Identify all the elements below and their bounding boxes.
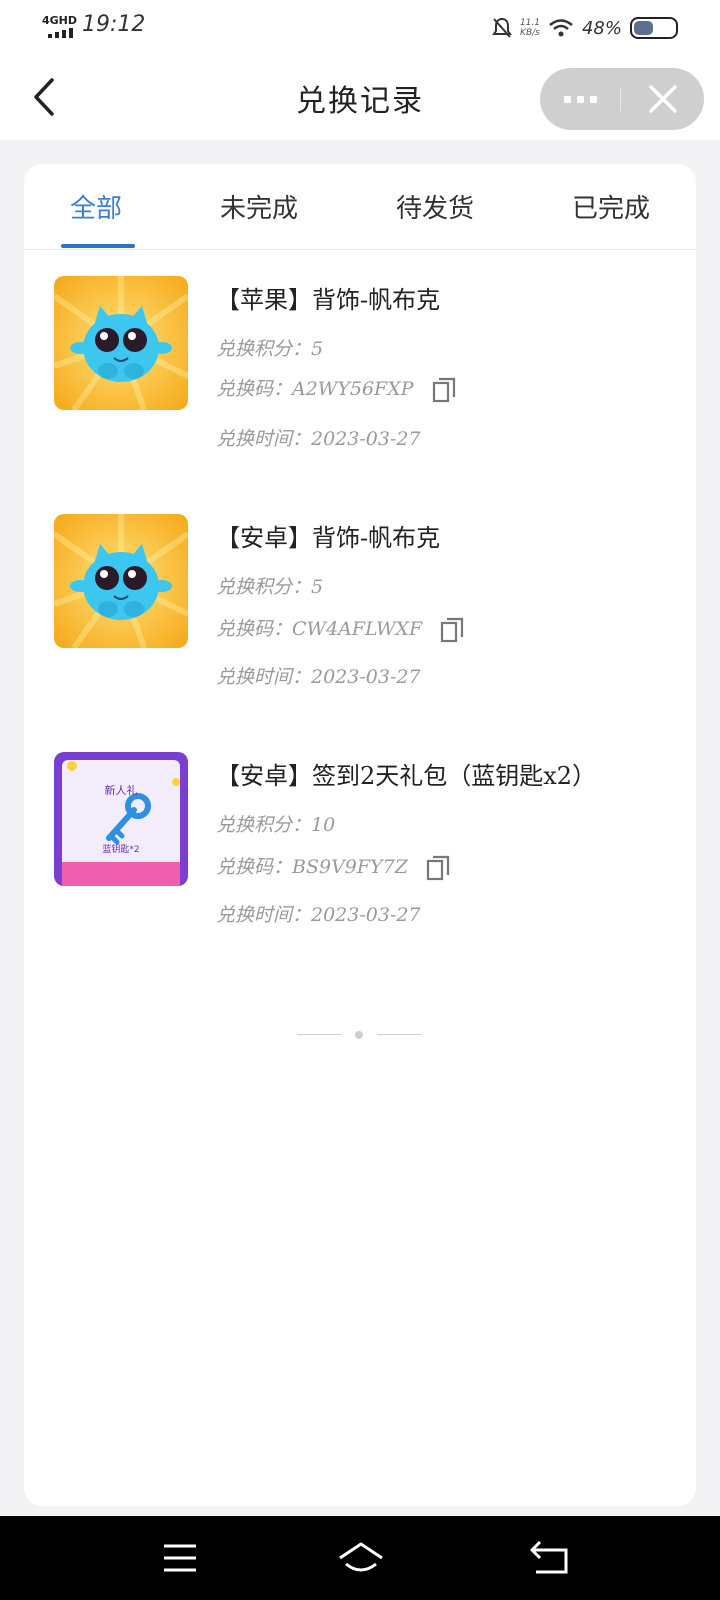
home-button[interactable] — [336, 1538, 386, 1578]
gift-image-caption: 蓝钥匙*2 — [102, 843, 139, 855]
nav-bar: 兑换记录 — [0, 56, 720, 140]
status-time: 19:12 — [82, 12, 146, 37]
record-item[interactable]: 【苹果】背饰-帆布克 兑换积分：5 兑换码：A2WY56FXP 兑换时间：202… — [54, 276, 674, 486]
speed-value: 11.1 — [519, 18, 540, 28]
record-points: 兑换积分：5 — [216, 338, 324, 360]
record-code: 兑换码：CW4AFLWXF — [216, 618, 423, 640]
system-back-button[interactable] — [528, 1538, 572, 1578]
signal-icon: 4GHD — [42, 14, 78, 40]
record-code-row: 兑换码：CW4AFLWXF — [216, 614, 464, 643]
record-time: 兑换时间：2023-03-27 — [216, 428, 421, 450]
close-button[interactable] — [621, 68, 704, 130]
copy-icon — [441, 617, 464, 643]
back-arrow-icon — [530, 1540, 568, 1574]
list-end-divider — [297, 1030, 423, 1040]
network-speed: 11.1 KB/s — [520, 18, 540, 38]
more-dots-icon — [563, 95, 571, 103]
wifi-icon — [549, 19, 573, 37]
more-button[interactable] — [540, 68, 620, 130]
copy-code-button[interactable] — [426, 855, 450, 881]
battery-percent: 48% — [581, 17, 622, 39]
blue-key-gift-image: 新人礼 蓝钥匙*2 — [54, 752, 188, 886]
record-code-row: 兑换码：A2WY56FXP — [216, 374, 456, 403]
tab-all[interactable]: 全部 — [70, 188, 122, 228]
menu-button[interactable] — [158, 1538, 202, 1578]
menu-icon — [164, 1544, 196, 1572]
blue-creature-image — [54, 276, 188, 410]
system-nav-bar — [0, 1516, 720, 1600]
speed-unit: KB/s — [520, 28, 540, 38]
home-icon — [339, 1542, 383, 1572]
record-code-row: 兑换码：BS9V9FY7Z — [216, 852, 450, 881]
record-points: 兑换积分：5 — [216, 576, 324, 598]
copy-icon — [432, 377, 455, 403]
network-type: 4GHD — [42, 14, 78, 27]
record-points: 兑换积分：10 — [216, 814, 336, 836]
gift-image-title: 新人礼 — [105, 783, 138, 797]
blue-creature-image — [54, 514, 188, 648]
mini-program-capsule — [540, 68, 704, 130]
record-time: 兑换时间：2023-03-27 — [216, 904, 421, 926]
copy-icon — [426, 855, 450, 881]
record-title: 【苹果】背饰-帆布克 — [216, 286, 441, 314]
copy-code-button[interactable] — [440, 617, 464, 643]
record-code: 兑换码：BS9V9FY7Z — [216, 856, 408, 878]
status-bar: 4GHD 19:12 11.1 KB/s 48% — [0, 0, 720, 56]
record-code: 兑换码：A2WY56FXP — [216, 378, 414, 400]
records-card: 全部 未完成 待发货 已完成 【苹果】背饰-帆布克 兑换积分：5 兑换码：A2W… — [24, 164, 696, 1506]
battery-fill — [634, 21, 654, 35]
mute-bell-icon — [492, 17, 512, 38]
active-tab-indicator — [61, 244, 135, 248]
tab-bar: 全部 未完成 待发货 已完成 — [24, 164, 696, 250]
record-item[interactable]: 【安卓】背饰-帆布克 兑换积分：5 兑换码：CW4AFLWXF 兑换时间：202… — [54, 514, 674, 724]
tab-incomplete[interactable]: 未完成 — [220, 188, 298, 228]
record-time: 兑换时间：2023-03-27 — [216, 666, 421, 688]
record-title: 【安卓】签到2天礼包（蓝钥匙x2） — [216, 762, 597, 790]
tab-pending-shipment[interactable]: 待发货 — [396, 188, 474, 228]
record-title: 【安卓】背饰-帆布克 — [216, 524, 441, 552]
copy-code-button[interactable] — [432, 377, 456, 403]
tab-completed[interactable]: 已完成 — [572, 188, 650, 228]
record-item[interactable]: 新人礼 蓝钥匙*2 【安卓】签到2天礼包（蓝钥匙x2） 兑换积分：10 兑换码：… — [54, 752, 674, 962]
close-icon — [648, 85, 677, 113]
battery-icon — [630, 17, 678, 39]
